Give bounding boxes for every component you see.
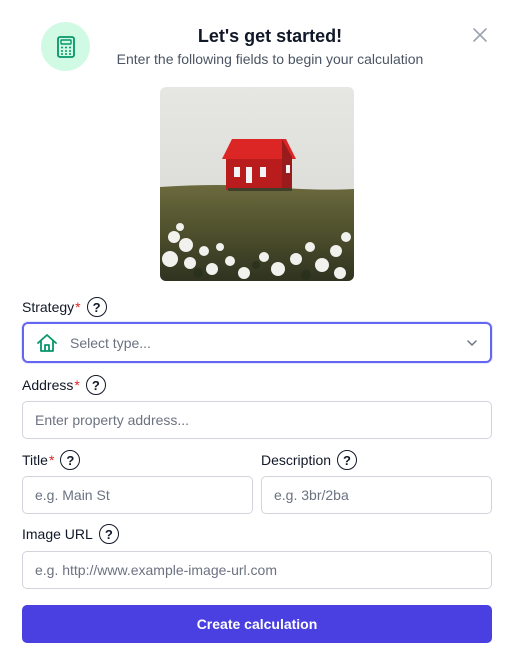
dialog-subtitle: Enter the following fields to begin your… [116,51,424,67]
help-icon[interactable]: ? [337,450,358,470]
address-input[interactable] [35,402,491,438]
help-icon[interactable]: ? [86,297,107,317]
dialog-title: Let's get started! [197,26,343,46]
required-marker: * [48,452,55,468]
help-icon[interactable]: ? [60,450,81,470]
strategy-label: Strategy * ? [22,297,107,317]
strategy-select[interactable]: Select type... [22,322,492,363]
title-input[interactable] [35,477,252,513]
required-marker: * [75,299,81,315]
required-marker: * [74,377,80,393]
description-field-wrapper [261,476,492,514]
help-icon[interactable]: ? [98,524,119,544]
image-url-input[interactable] [35,552,491,588]
home-icon [37,333,57,352]
chevron-down-icon [467,340,477,346]
description-label: Description ? [261,450,358,470]
title-field-wrapper [22,476,253,514]
image-url-label: Image URL ? [22,524,119,544]
property-image [160,87,354,281]
modal-dialog: Let's get started! Enter the following f… [0,0,514,665]
description-input[interactable] [274,477,491,513]
image-url-field-wrapper [22,551,492,589]
strategy-select-placeholder: Select type... [70,334,151,351]
create-calculation-button[interactable]: Create calculation [22,605,492,643]
help-icon[interactable]: ? [85,375,106,395]
address-label: Address * ? [22,375,106,395]
address-field-wrapper [22,401,492,439]
title-label: Title * ? [22,450,81,470]
